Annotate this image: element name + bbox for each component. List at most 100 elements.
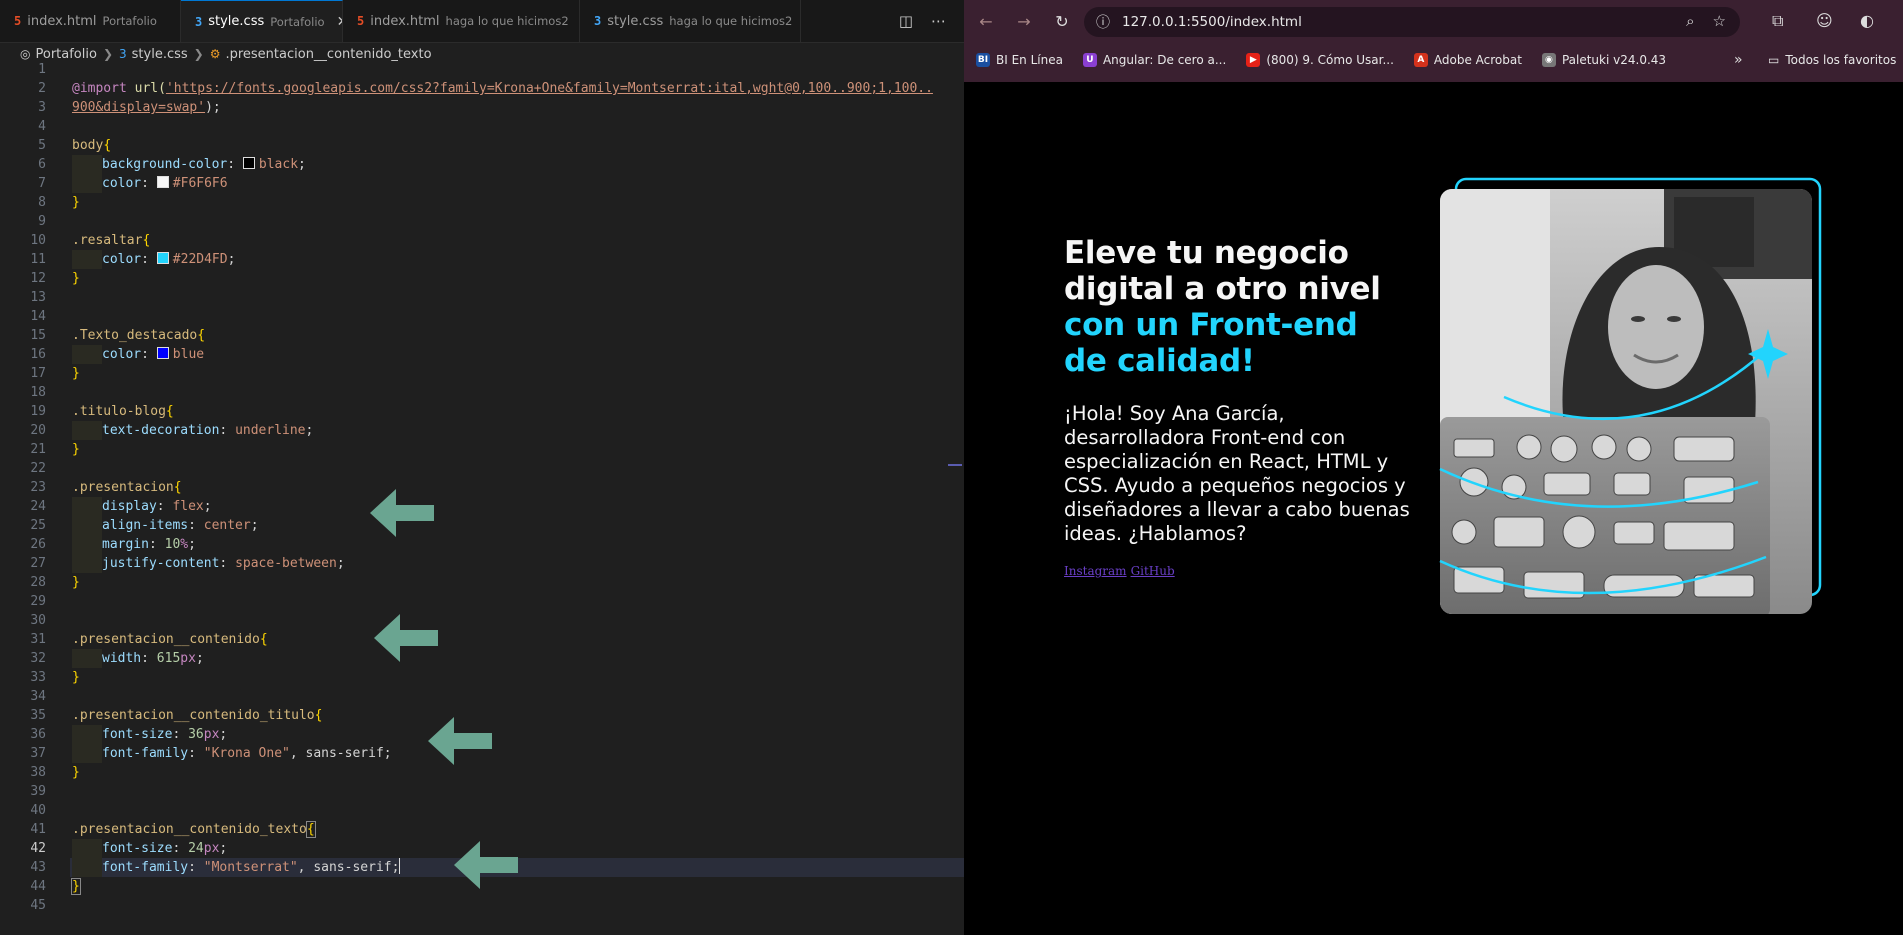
color-swatch[interactable] xyxy=(242,157,255,169)
line-number: 42 xyxy=(30,841,46,856)
profile-icon[interactable]: ◐ xyxy=(1860,11,1874,30)
line-number: 9 xyxy=(38,214,46,229)
code-token: .presentacion__contenido_titulo xyxy=(72,708,315,723)
code-token: : xyxy=(141,347,157,362)
code-token: : xyxy=(141,651,157,666)
line-number: 16 xyxy=(30,347,46,362)
line-number: 13 xyxy=(30,290,46,305)
code-token: .Texto_destacado xyxy=(72,328,198,343)
zoom-icon[interactable]: ⌕ xyxy=(1686,12,1694,30)
code-token: ; xyxy=(383,746,392,761)
html-file-icon: 5 xyxy=(14,14,22,28)
instagram-link[interactable]: Instagram xyxy=(1064,564,1127,578)
color-swatch[interactable] xyxy=(156,176,169,188)
code-token: : xyxy=(188,746,204,761)
tab-folder: Portafolio xyxy=(270,14,325,29)
more-bookmarks-icon[interactable]: » xyxy=(1734,52,1743,68)
line-number: 31 xyxy=(30,632,46,647)
tab-style-css-portafolio[interactable]: 3 style.css Portafolio ✕ xyxy=(181,0,343,42)
line-number: 20 xyxy=(30,423,46,438)
code-token: #F6F6F6 xyxy=(172,176,228,191)
code-token: color xyxy=(102,347,142,362)
code-line: 900&display=swap'); xyxy=(72,98,964,117)
code-token: } xyxy=(72,271,80,286)
code-token: { xyxy=(142,233,151,248)
line-number: 26 xyxy=(30,537,46,552)
code-token: justify-content xyxy=(102,556,220,571)
code-token: .resaltar xyxy=(72,233,143,248)
tab-label: index.html xyxy=(370,13,440,29)
split-editor-icon[interactable]: ◫ xyxy=(899,12,913,30)
code-area[interactable]: 1 2 3 4 5 6 7 8 9 10 11 12 13 14 15 16 17 18 19 20 21 22 23 24 2… xyxy=(0,60,964,935)
code-token: ; xyxy=(298,157,306,172)
code-token: #22D4FD xyxy=(172,252,228,267)
back-icon[interactable]: ← xyxy=(976,12,996,32)
code-line: .Texto_destacado{ xyxy=(72,326,964,345)
code-token: % xyxy=(180,537,189,552)
line-number: 23 xyxy=(30,480,46,495)
css-file-icon: 3 xyxy=(195,14,203,29)
code-token: color xyxy=(102,252,142,267)
github-link[interactable]: GitHub xyxy=(1131,564,1175,578)
line-number: 25 xyxy=(30,518,46,533)
code-token: { xyxy=(259,632,268,647)
line-number: 35 xyxy=(30,708,46,723)
code-token: { xyxy=(165,404,174,419)
tab-folder: Portafolio xyxy=(102,14,157,28)
tab-index-html-portafolio[interactable]: 5 index.html Portafolio xyxy=(0,0,181,42)
code-token: } xyxy=(72,195,80,210)
code-token: 36 xyxy=(188,727,204,742)
reload-icon[interactable]: ↻ xyxy=(1052,12,1072,32)
code-token: text-decoration xyxy=(102,423,220,438)
bookmark-item[interactable]: ▶ (800) 9. Cómo Usar... xyxy=(1246,53,1394,67)
color-swatch[interactable] xyxy=(156,252,169,264)
bookmark-item[interactable]: ◉ Paletuki v24.0.43 xyxy=(1541,53,1666,67)
code-line: } xyxy=(72,193,964,212)
code-token: flex xyxy=(172,499,204,514)
code-line: align-items: center; xyxy=(72,516,964,535)
line-number: 19 xyxy=(30,404,46,419)
tab-style-css-haga[interactable]: 3 style.css haga lo que hicimos2 xyxy=(580,0,801,42)
tab-index-html-haga[interactable]: 5 index.html haga lo que hicimos2 xyxy=(343,0,580,42)
code-token: ; xyxy=(195,651,204,666)
all-bookmarks-label: Todos los favoritos xyxy=(1785,53,1897,67)
code-line: } xyxy=(72,573,964,592)
bookmark-item[interactable]: A Adobe Acrobat xyxy=(1413,53,1522,67)
code-line: display: flex; xyxy=(72,497,964,516)
code-line: } xyxy=(72,763,964,782)
bookmark-star-icon[interactable]: ☆ xyxy=(1713,12,1726,30)
bookmark-label: BI En Línea xyxy=(996,53,1063,67)
code-editor: 5 index.html Portafolio 3 style.css Port… xyxy=(0,0,964,935)
line-number: 24 xyxy=(30,499,46,514)
all-bookmarks-folder[interactable]: ▭ Todos los favoritos xyxy=(1768,53,1896,67)
code-token: width xyxy=(102,651,142,666)
extensions-icon[interactable]: ⧉ xyxy=(1772,11,1783,31)
line-number: 44 xyxy=(30,879,46,894)
code-token: ; xyxy=(250,518,259,533)
line-number: 40 xyxy=(30,803,46,818)
code-token: 'https://fonts.googleapis.com/css2?famil… xyxy=(165,81,933,96)
address-bar[interactable]: ⓘ 127.0.0.1:5500/index.html ⌕ ☆ xyxy=(1084,7,1740,37)
line-number: 1 xyxy=(38,62,46,77)
bookmark-label: Angular: De cero a... xyxy=(1102,53,1227,67)
code-token: align-items xyxy=(102,518,189,533)
code-line: .presentacion__contenido_titulo{ xyxy=(72,706,964,725)
site-info-icon[interactable]: ⓘ xyxy=(1096,12,1110,32)
code-token: px xyxy=(203,841,220,856)
bookmark-item[interactable]: U Angular: De cero a... xyxy=(1082,53,1227,67)
code-token: font-size xyxy=(102,841,173,856)
code-token: : xyxy=(188,518,204,533)
profile-avatar-icon[interactable]: ☺ xyxy=(1816,11,1833,30)
more-actions-icon[interactable]: ⋯ xyxy=(931,12,946,30)
forward-icon[interactable]: → xyxy=(1014,12,1034,32)
code-token: ; xyxy=(219,841,228,856)
code-token: px xyxy=(203,727,220,742)
code-line: width: 615px; xyxy=(72,649,964,668)
editor-scrollbar[interactable] xyxy=(948,62,962,935)
line-number: 5 xyxy=(38,138,46,153)
code-line: background-color: black; xyxy=(72,155,964,174)
code-token: ; xyxy=(219,727,228,742)
color-swatch[interactable] xyxy=(156,347,169,359)
arrow-left-icon xyxy=(374,614,438,662)
bookmark-item[interactable]: BI BI En Línea xyxy=(976,53,1063,67)
